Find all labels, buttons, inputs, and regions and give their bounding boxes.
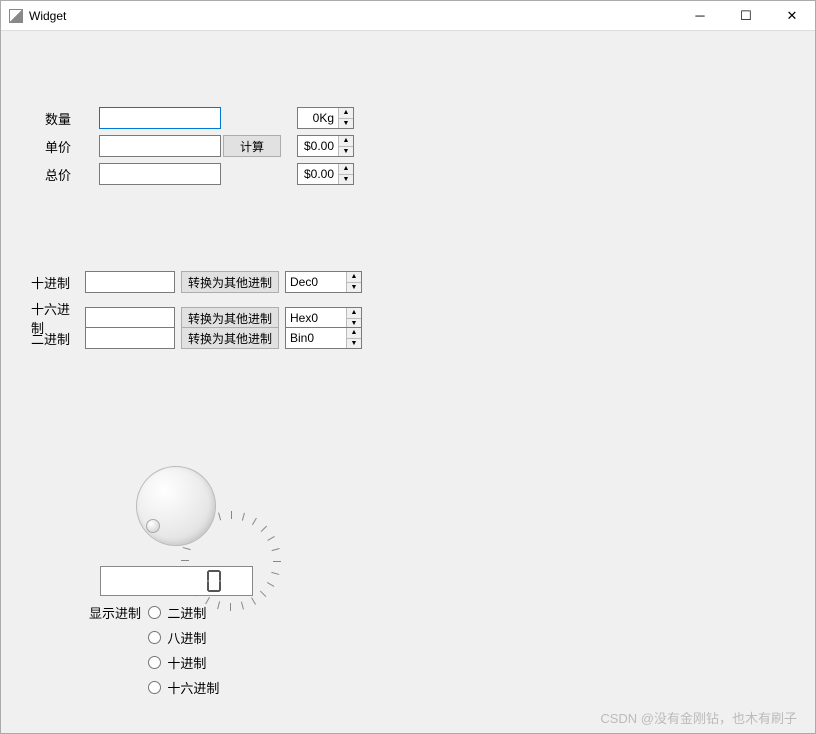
total-label: 总价 [45, 165, 93, 184]
spin-down-icon[interactable]: ▼ [346, 283, 361, 293]
price2-spin-value[interactable] [298, 164, 338, 184]
hex-spinbox[interactable]: ▲ ▼ [285, 307, 362, 329]
dec-convert-button[interactable]: 转换为其他进制 [181, 271, 279, 293]
spin-up-icon[interactable]: ▲ [338, 108, 353, 119]
radio-hex-row: 十六进制 [148, 678, 219, 697]
dec-spinbox[interactable]: ▲ ▼ [285, 271, 362, 293]
radio-hex-label: 十六进制 [167, 678, 219, 697]
qty-spinbox[interactable]: ▲ ▼ [297, 107, 354, 129]
hex-spin-buttons: ▲ ▼ [346, 308, 361, 328]
minimize-button[interactable]: ─ [677, 1, 723, 31]
qty-row: 数量 [45, 107, 221, 129]
spin-up-icon[interactable]: ▲ [346, 272, 361, 283]
app-icon [9, 9, 23, 23]
spin-price2-row: ▲ ▼ [297, 163, 354, 185]
dec-row: 十进制 转换为其他进制 ▲ ▼ [31, 271, 362, 293]
qty-spin-value[interactable] [298, 108, 338, 128]
titlebar: Widget ─ ☐ ✕ [1, 1, 815, 31]
dial-indicator [146, 519, 160, 533]
bin-spinbox[interactable]: ▲ ▼ [285, 327, 362, 349]
qty-label: 数量 [45, 109, 93, 128]
hex-input[interactable] [85, 307, 175, 329]
dial-knob[interactable] [136, 466, 216, 546]
radix-radio-group: 显示进制 二进制 八进制 十进制 十六进制 [89, 603, 219, 703]
radix-label: 显示进制 [89, 603, 141, 622]
total-input[interactable] [99, 163, 221, 185]
dec-spin-buttons: ▲ ▼ [346, 272, 361, 292]
unit-row: 单价 [45, 135, 221, 157]
window-controls: ─ ☐ ✕ [677, 1, 815, 31]
unit-input[interactable] [99, 135, 221, 157]
spin-up-icon[interactable]: ▲ [346, 308, 361, 319]
bin-label: 二进制 [31, 329, 79, 348]
hex-convert-button[interactable]: 转换为其他进制 [181, 307, 279, 329]
radio-dec[interactable] [148, 656, 161, 669]
radio-dec-row: 十进制 [148, 653, 219, 672]
radio-oct-row: 八进制 [148, 628, 219, 647]
radio-dec-label: 十进制 [167, 653, 206, 672]
dial[interactable] [121, 451, 231, 561]
watermark: CSDN @没有金刚钻，也木有刷子 [600, 708, 797, 727]
bin-spin-buttons: ▲ ▼ [346, 328, 361, 348]
close-button[interactable]: ✕ [769, 1, 815, 31]
spin-price1-row: ▲ ▼ [297, 135, 354, 157]
price2-spin-buttons: ▲ ▼ [338, 164, 353, 184]
dec-label: 十进制 [31, 273, 79, 292]
bin-row: 二进制 转换为其他进制 ▲ ▼ [31, 327, 362, 349]
total-row: 总价 [45, 163, 221, 185]
bin-convert-button[interactable]: 转换为其他进制 [181, 327, 279, 349]
lcd-digit-0 [206, 569, 222, 593]
main-window: Widget ─ ☐ ✕ 数量 单价 总价 计算 ▲ [0, 0, 816, 734]
calc-row: 计算 [223, 135, 281, 157]
bin-spin-value[interactable] [286, 328, 346, 348]
spin-down-icon[interactable]: ▼ [338, 119, 353, 129]
spin-up-icon[interactable]: ▲ [346, 328, 361, 339]
price1-spin-value[interactable] [298, 136, 338, 156]
qty-input[interactable] [99, 107, 221, 129]
price2-spinbox[interactable]: ▲ ▼ [297, 163, 354, 185]
radio-oct[interactable] [148, 631, 161, 644]
bin-input[interactable] [85, 327, 175, 349]
dec-spin-value[interactable] [286, 272, 346, 292]
spin-down-icon[interactable]: ▼ [338, 147, 353, 157]
radio-bin-label: 二进制 [167, 603, 206, 622]
price1-spin-buttons: ▲ ▼ [338, 136, 353, 156]
dec-input[interactable] [85, 271, 175, 293]
unit-label: 单价 [45, 137, 93, 156]
maximize-button[interactable]: ☐ [723, 1, 769, 31]
price1-spinbox[interactable]: ▲ ▼ [297, 135, 354, 157]
radio-hex[interactable] [148, 681, 161, 694]
calc-button[interactable]: 计算 [223, 135, 281, 157]
spin-up-icon[interactable]: ▲ [338, 164, 353, 175]
spin-kg-row: ▲ ▼ [297, 107, 354, 129]
spin-down-icon[interactable]: ▼ [338, 175, 353, 185]
spin-down-icon[interactable]: ▼ [346, 339, 361, 349]
hex-spin-value[interactable] [286, 308, 346, 328]
radio-bin-row: 二进制 [148, 603, 219, 622]
spin-up-icon[interactable]: ▲ [338, 136, 353, 147]
qty-spin-buttons: ▲ ▼ [338, 108, 353, 128]
lcd-display [100, 566, 253, 596]
radio-oct-label: 八进制 [167, 628, 206, 647]
client-area: 数量 单价 总价 计算 ▲ ▼ [1, 31, 815, 733]
window-title: Widget [29, 9, 677, 23]
radio-bin[interactable] [148, 606, 161, 619]
